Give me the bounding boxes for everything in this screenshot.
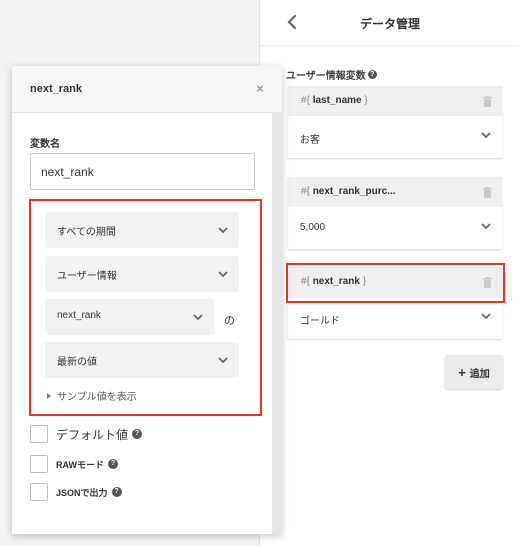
add-variable-button[interactable]: + 追加	[445, 355, 503, 389]
add-button-label: 追加	[469, 368, 490, 380]
attribute-select[interactable]: next_rank	[45, 299, 214, 335]
data-management-panel: データ管理 ユーザー情報変数 ? #{ last_name } お客 #{ ne…	[259, 0, 519, 546]
panel-title: データ管理	[359, 17, 420, 31]
modal-title: next_rank	[30, 83, 82, 95]
variable-name: #{ next_rank_purc...	[301, 186, 396, 197]
trash-icon[interactable]	[483, 187, 492, 198]
chevron-down-icon	[218, 271, 228, 278]
help-icon[interactable]: ?	[132, 429, 143, 439]
chevron-down-icon[interactable]	[480, 130, 492, 140]
variable-name-label: 変数名	[30, 139, 60, 150]
section-label-text: ユーザー情報変数	[286, 71, 366, 82]
chevron-down-icon[interactable]	[480, 221, 492, 231]
chevron-down-icon[interactable]	[480, 311, 492, 321]
variable-name: #{ next_rank }	[301, 276, 367, 287]
variable-card[interactable]: #{ next_rank_purc... 5,000	[288, 177, 502, 249]
close-icon[interactable]: ×	[255, 82, 265, 96]
raw-mode-checkbox[interactable]	[30, 455, 48, 473]
variable-value: お客	[300, 135, 320, 146]
variable-name: #{ last_name }	[301, 95, 368, 106]
variable-card-header: #{ last_name }	[288, 86, 502, 116]
chevron-down-icon	[218, 227, 228, 234]
json-output-option[interactable]: JSONで出力 ?	[30, 483, 122, 501]
trash-icon[interactable]	[483, 277, 492, 288]
section-label: ユーザー情報変数 ?	[286, 67, 377, 82]
plus-icon: +	[458, 364, 466, 380]
scrollbar[interactable]	[272, 113, 282, 534]
raw-mode-label: RAWモード	[56, 459, 104, 470]
json-output-checkbox[interactable]	[30, 483, 48, 501]
show-sample-toggle[interactable]: サンプル値を表示	[47, 388, 137, 403]
default-value-option[interactable]: デフォルト値 ?	[30, 425, 143, 443]
panel-header: データ管理	[260, 0, 519, 46]
period-select-value: すべての期間	[57, 227, 116, 238]
caret-right-icon	[47, 392, 51, 399]
variable-card-header: #{ next_rank_purc...	[288, 177, 502, 207]
modal-header: next_rank ×	[12, 66, 282, 113]
source-select[interactable]: ユーザー情報	[45, 256, 239, 292]
help-icon[interactable]: ?	[111, 487, 122, 497]
variable-card-header: #{ next_rank }	[288, 267, 502, 297]
help-icon[interactable]: ?	[367, 70, 377, 79]
variable-value: ゴールド	[300, 316, 340, 327]
json-output-label: JSONで出力	[56, 487, 108, 498]
aggregation-select[interactable]: 最新の値	[45, 342, 239, 378]
chevron-down-icon	[218, 357, 228, 364]
chevron-down-icon	[193, 314, 203, 321]
default-value-label: デフォルト値	[56, 427, 129, 442]
variable-card[interactable]: #{ next_rank } ゴールド	[288, 267, 502, 339]
period-select[interactable]: すべての期間	[45, 212, 239, 248]
aggregation-select-value: 最新の値	[57, 357, 97, 368]
trash-icon[interactable]	[483, 96, 492, 107]
source-select-value: ユーザー情報	[57, 271, 117, 282]
particle-text: の	[224, 315, 235, 327]
variable-card[interactable]: #{ last_name } お客	[288, 86, 502, 158]
variable-name-input[interactable]	[30, 153, 255, 190]
raw-mode-option[interactable]: RAWモード ?	[30, 455, 118, 473]
attribute-select-value: next_rank	[57, 310, 101, 321]
default-value-checkbox[interactable]	[30, 425, 48, 443]
variable-value: 5,000	[300, 222, 326, 233]
help-icon[interactable]: ?	[108, 459, 118, 469]
show-sample-label: サンプル値を表示	[57, 392, 137, 403]
